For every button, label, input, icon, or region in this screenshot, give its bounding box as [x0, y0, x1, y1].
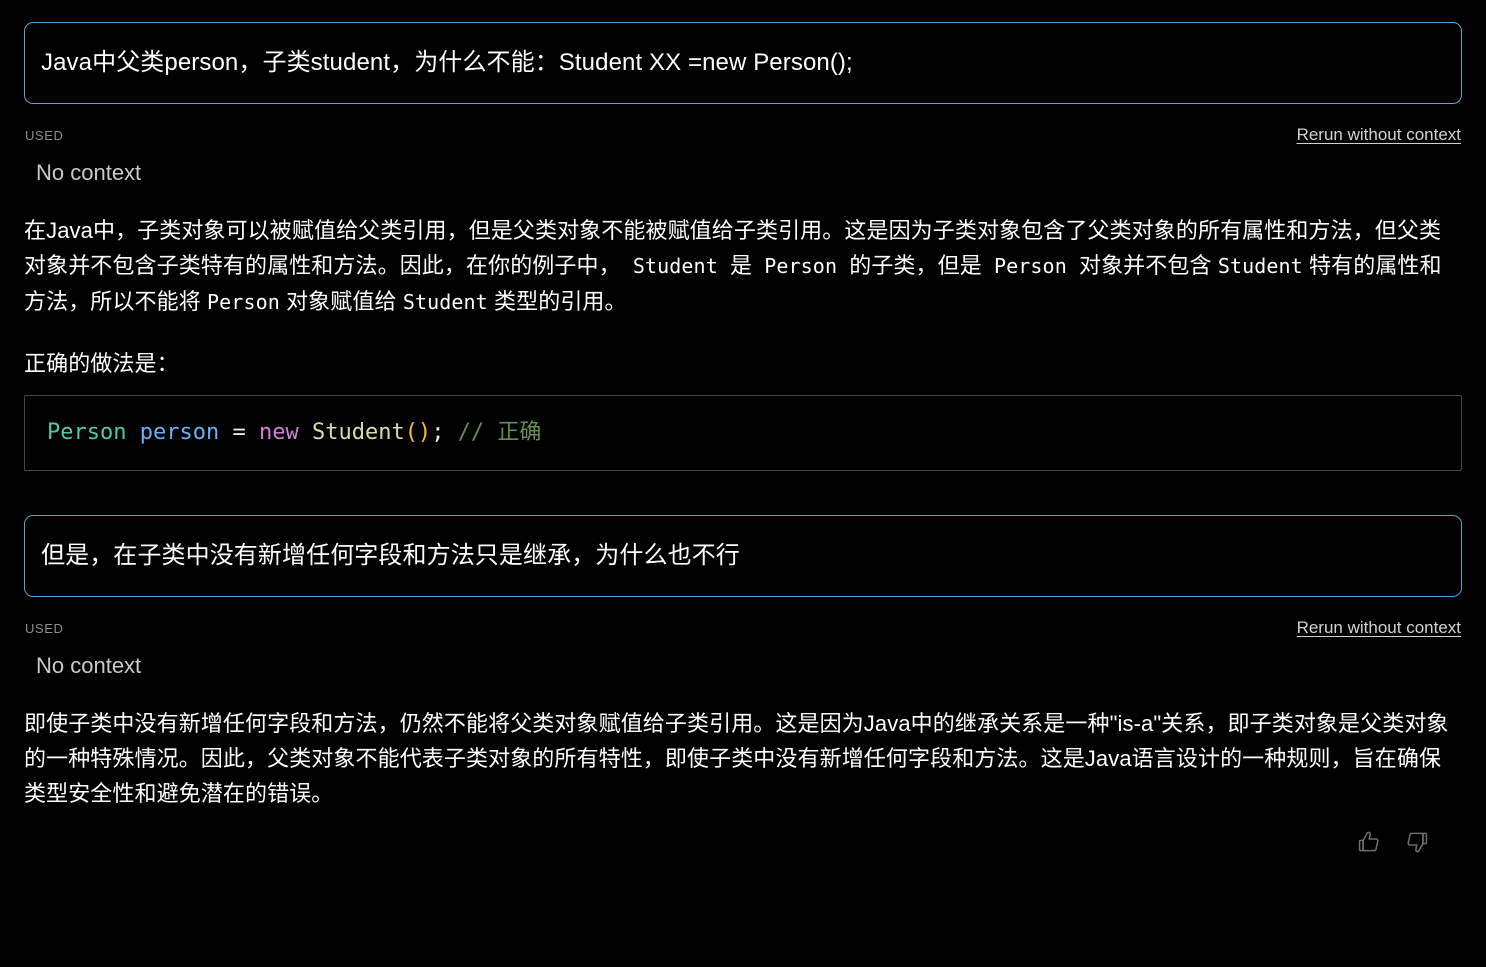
turn-spacer: [24, 471, 1462, 515]
answer-2: 即使子类中没有新增任何字段和方法，仍然不能将父类对象赋值给子类引用。这是因为Ja…: [24, 706, 1462, 811]
prompt-text-1: Java中父类person，子类student，为什么不能：Student XX…: [41, 49, 853, 76]
chat-page: Java中父类person，子类student，为什么不能：Student XX…: [0, 0, 1486, 967]
code-token: ;: [431, 420, 445, 445]
thumbs-up-icon[interactable]: [1356, 829, 1382, 855]
code-token: // 正确: [457, 420, 542, 445]
prompt-text-2: 但是，在子类中没有新增任何字段和方法只是继承，为什么也不行: [41, 542, 740, 569]
context-strip-1: USED Rerun without context: [24, 125, 1462, 145]
code-token: new: [258, 420, 299, 445]
thumbs-down-icon[interactable]: [1404, 829, 1430, 855]
inline-code: Student: [1217, 254, 1303, 278]
rerun-without-context-link-2[interactable]: Rerun without context: [1297, 618, 1461, 638]
code-block-1[interactable]: Person person = new Student(); // 正确: [24, 395, 1462, 471]
inline-code: Person: [207, 290, 280, 314]
no-context-value-2: No context: [36, 653, 142, 678]
used-label-2: USED: [25, 621, 64, 636]
inline-code: Student: [402, 290, 488, 314]
answer-1-paragraph-1: 在Java中，子类对象可以被赋值给父类引用，但是父类对象不能被赋值给子类引用。这…: [24, 218, 1442, 314]
context-strip-2: USED Rerun without context: [24, 618, 1462, 638]
code-token: Student: [311, 420, 405, 445]
feedback-bar: [24, 829, 1462, 855]
answer-1-paragraph-2: 正确的做法是：: [24, 351, 179, 376]
prompt-box-1[interactable]: Java中父类person，子类student，为什么不能：Student XX…: [24, 22, 1462, 104]
prompt-box-2[interactable]: 但是，在子类中没有新增任何字段和方法只是继承，为什么也不行: [24, 515, 1462, 597]
code-token: (): [404, 420, 432, 445]
inline-code: Person: [752, 254, 850, 278]
code-block-1-content: Person person = new Student(); // 正确: [47, 418, 1439, 448]
answer-1: 在Java中，子类对象可以被赋值给父类引用，但是父类对象不能被赋值给子类引用。这…: [24, 213, 1462, 381]
inline-code: Student: [620, 254, 730, 278]
code-token: Person: [47, 420, 127, 445]
used-label-1: USED: [25, 128, 64, 143]
no-context-value-1: No context: [36, 160, 142, 185]
top-spacer: [24, 0, 1462, 22]
answer-2-paragraph-1: 即使子类中没有新增任何字段和方法，仍然不能将父类对象赋值给子类引用。这是因为Ja…: [24, 711, 1449, 806]
code-token: person: [139, 420, 220, 445]
rerun-without-context-link-1[interactable]: Rerun without context: [1297, 125, 1461, 145]
inline-code: Person: [981, 254, 1079, 278]
code-token: =: [219, 420, 259, 445]
